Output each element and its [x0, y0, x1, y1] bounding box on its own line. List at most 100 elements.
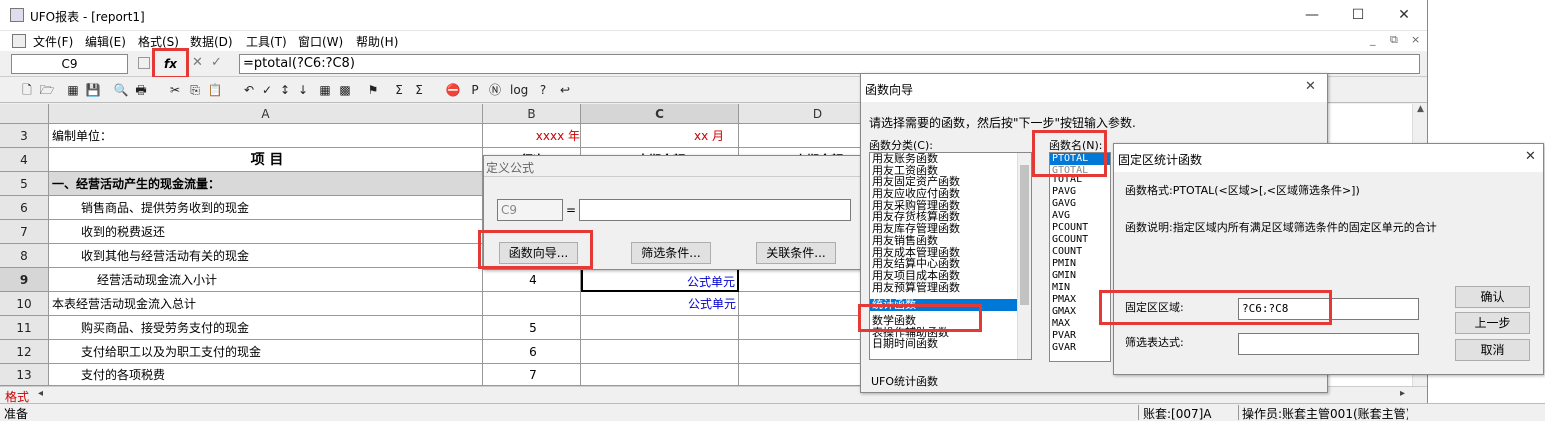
sum-h-icon[interactable]: Σ	[410, 81, 428, 99]
link-condition-button[interactable]: 关联条件...	[756, 242, 836, 264]
menu-data[interactable]: 数据(D)	[190, 33, 233, 50]
cancel-button[interactable]: 取消	[1455, 339, 1530, 361]
cell-b10[interactable]	[483, 292, 581, 316]
row-header-10[interactable]: 10	[0, 292, 49, 316]
row-header-4[interactable]: 4	[0, 148, 49, 172]
category-item[interactable]: 日期时间函数	[870, 338, 1031, 350]
category-item[interactable]: 用友销售函数	[870, 235, 1031, 247]
category-item[interactable]: 用友预算管理函数	[870, 281, 1031, 294]
undo-icon[interactable]: ↶	[240, 81, 258, 99]
cell-a10[interactable]: 本表经营活动现金流入总计	[49, 292, 483, 316]
help-icon[interactable]: ?	[534, 81, 552, 99]
category-item[interactable]: 用友账务函数	[870, 153, 1031, 165]
function-list[interactable]: PTOTAL GTOTAL TOTAL PAVG GAVG AVG PCOUNT GCOUNT…	[1049, 152, 1111, 362]
category-scrollbar[interactable]	[1017, 153, 1031, 359]
cell-a7[interactable]: 收到的税费返还	[49, 220, 483, 244]
cell-c3[interactable]: xx 月	[581, 124, 739, 148]
cell-a3[interactable]: 编制单位：	[49, 124, 483, 148]
sum-icon[interactable]: Σ	[390, 81, 408, 99]
function-item[interactable]: GAVG	[1050, 198, 1110, 210]
function-item[interactable]: GMIN	[1050, 270, 1110, 282]
menu-file[interactable]: 文件(F)	[33, 33, 73, 50]
column-header-a[interactable]: A	[49, 104, 483, 124]
maximize-button[interactable]: ☐	[1335, 0, 1381, 31]
cell-b11[interactable]: 5	[483, 316, 581, 340]
function-item[interactable]: GCOUNT	[1050, 234, 1110, 246]
cell-c12[interactable]	[581, 340, 739, 364]
cell-c13[interactable]	[581, 364, 739, 386]
cell-b12[interactable]: 6	[483, 340, 581, 364]
row-header-13[interactable]: 13	[0, 364, 49, 386]
copy-icon[interactable]: ⎘	[186, 81, 204, 99]
cell-a11[interactable]: 购买商品、接受劳务支付的现金	[49, 316, 483, 340]
preview-icon[interactable]: 🔍	[112, 81, 130, 99]
row-header-7[interactable]: 7	[0, 220, 49, 244]
cell-a12[interactable]: 支付给职工以及为职工支付的现金	[49, 340, 483, 364]
menu-help[interactable]: 帮助(H)	[356, 33, 398, 50]
p-icon[interactable]: P	[466, 81, 484, 99]
paste-icon[interactable]: 📋	[206, 81, 224, 99]
cell-a13[interactable]: 支付的各项税费	[49, 364, 483, 386]
row-header-6[interactable]: 6	[0, 196, 49, 220]
cell-c9[interactable]: 公式单元	[581, 268, 739, 292]
column-header-b[interactable]: B	[483, 104, 581, 124]
sort-asc-icon[interactable]: ↕	[276, 81, 294, 99]
mdi-restore-button[interactable]: ⧉	[1390, 33, 1398, 47]
minimize-button[interactable]: —	[1289, 0, 1335, 31]
function-item[interactable]: PMIN	[1050, 258, 1110, 270]
menu-edit[interactable]: 编辑(E)	[85, 33, 126, 50]
save-icon[interactable]: 💾	[84, 81, 102, 99]
stop-icon[interactable]: ⛔	[444, 81, 462, 99]
confirm-icon[interactable]: ✓	[211, 55, 222, 70]
corner-header[interactable]	[0, 104, 49, 124]
filter-expression-input[interactable]	[1238, 333, 1419, 355]
insert-icon[interactable]: ▩	[336, 81, 354, 99]
cell-c10[interactable]: 公式单元	[581, 292, 739, 316]
new-icon[interactable]: 🗋	[18, 81, 36, 99]
log-icon[interactable]: log	[510, 81, 528, 99]
grid-icon[interactable]: ▦	[316, 81, 334, 99]
function-item[interactable]: PVAR	[1050, 330, 1110, 342]
wizard-close-button[interactable]: ✕	[1305, 79, 1316, 94]
check-icon[interactable]: ✓	[258, 81, 276, 99]
sort-desc-icon[interactable]: ↓	[294, 81, 312, 99]
formula-input[interactable]: =ptotal(?C6:?C8)	[239, 54, 1420, 74]
print-icon[interactable]: 🖶	[132, 81, 150, 99]
row-header-12[interactable]: 12	[0, 340, 49, 364]
cancel-icon[interactable]: ✕	[192, 55, 203, 70]
filter-condition-button[interactable]: 筛选条件...	[631, 242, 711, 264]
function-item[interactable]: PCOUNT	[1050, 222, 1110, 234]
menu-tools[interactable]: 工具(T)	[246, 33, 287, 50]
row-header-5[interactable]: 5	[0, 172, 49, 196]
cell-a6[interactable]: 销售商品、提供劳务收到的现金	[49, 196, 483, 220]
row-header-3[interactable]: 3	[0, 124, 49, 148]
mdi-minimize-button[interactable]: _	[1370, 33, 1376, 46]
cell-a8[interactable]: 收到其他与经营活动有关的现金	[49, 244, 483, 268]
cell-b9[interactable]: 4	[483, 268, 581, 292]
function-item[interactable]: AVG	[1050, 210, 1110, 222]
previous-step-button[interactable]: 上一步	[1455, 312, 1530, 334]
cell-b13[interactable]: 7	[483, 364, 581, 386]
cell-name-box[interactable]: C9	[11, 54, 128, 74]
flag-icon[interactable]: ⚑	[364, 81, 382, 99]
scroll-left-icon[interactable]: ◂	[38, 388, 43, 399]
calculator-icon[interactable]	[138, 57, 150, 69]
cut-icon[interactable]: ✂	[166, 81, 184, 99]
row-header-11[interactable]: 11	[0, 316, 49, 340]
function-item[interactable]: GVAR	[1050, 342, 1110, 354]
menu-window[interactable]: 窗口(W)	[298, 33, 343, 50]
cell-a5[interactable]: 一、经营活动产生的现金流量：	[49, 172, 483, 196]
column-header-c[interactable]: C	[581, 104, 739, 124]
function-item[interactable]: PAVG	[1050, 186, 1110, 198]
ptotal-close-button[interactable]: ✕	[1525, 149, 1536, 164]
define-formula-input[interactable]	[579, 199, 851, 221]
table-icon[interactable]: ▦	[64, 81, 82, 99]
function-item[interactable]: COUNT	[1050, 246, 1110, 258]
row-header-9[interactable]: 9	[0, 268, 49, 292]
scroll-right-icon[interactable]: ▸	[1400, 388, 1405, 399]
category-item[interactable]: 用友应收应付函数	[870, 188, 1031, 200]
cell-b3[interactable]: xxxx 年	[483, 124, 581, 148]
ok-button[interactable]: 确认	[1455, 286, 1530, 308]
cell-a9[interactable]: 经营活动现金流入小计	[49, 268, 483, 292]
row-header-8[interactable]: 8	[0, 244, 49, 268]
